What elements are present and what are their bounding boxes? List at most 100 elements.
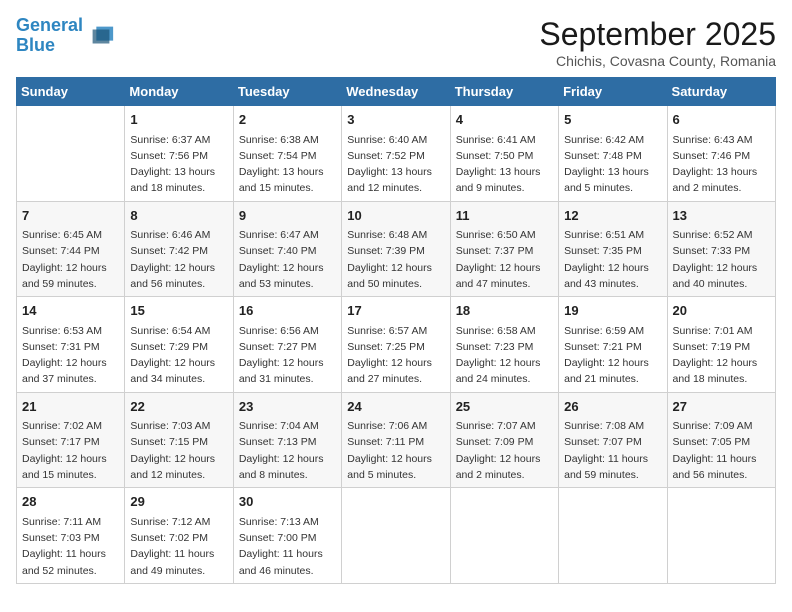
calendar-cell (17, 106, 125, 202)
day-number: 5 (564, 110, 661, 130)
calendar-cell: 23Sunrise: 7:04 AM Sunset: 7:13 PM Dayli… (233, 392, 341, 488)
day-number: 9 (239, 206, 336, 226)
day-number: 12 (564, 206, 661, 226)
day-number: 14 (22, 301, 119, 321)
day-number: 1 (130, 110, 227, 130)
calendar-cell: 1Sunrise: 6:37 AM Sunset: 7:56 PM Daylig… (125, 106, 233, 202)
calendar-cell: 12Sunrise: 6:51 AM Sunset: 7:35 PM Dayli… (559, 201, 667, 297)
month-title: September 2025 (539, 16, 776, 53)
day-info: Sunrise: 6:52 AM Sunset: 7:33 PM Dayligh… (673, 227, 770, 292)
calendar-cell: 2Sunrise: 6:38 AM Sunset: 7:54 PM Daylig… (233, 106, 341, 202)
calendar-cell: 9Sunrise: 6:47 AM Sunset: 7:40 PM Daylig… (233, 201, 341, 297)
calendar-cell: 11Sunrise: 6:50 AM Sunset: 7:37 PM Dayli… (450, 201, 558, 297)
day-number: 27 (673, 397, 770, 417)
day-info: Sunrise: 6:37 AM Sunset: 7:56 PM Dayligh… (130, 132, 227, 197)
calendar-cell: 30Sunrise: 7:13 AM Sunset: 7:00 PM Dayli… (233, 488, 341, 584)
day-number: 29 (130, 492, 227, 512)
day-info: Sunrise: 6:50 AM Sunset: 7:37 PM Dayligh… (456, 227, 553, 292)
calendar-cell (559, 488, 667, 584)
day-info: Sunrise: 6:45 AM Sunset: 7:44 PM Dayligh… (22, 227, 119, 292)
day-info: Sunrise: 6:38 AM Sunset: 7:54 PM Dayligh… (239, 132, 336, 197)
calendar-cell: 5Sunrise: 6:42 AM Sunset: 7:48 PM Daylig… (559, 106, 667, 202)
calendar-cell: 4Sunrise: 6:41 AM Sunset: 7:50 PM Daylig… (450, 106, 558, 202)
day-info: Sunrise: 6:59 AM Sunset: 7:21 PM Dayligh… (564, 323, 661, 388)
day-number: 4 (456, 110, 553, 130)
day-info: Sunrise: 6:41 AM Sunset: 7:50 PM Dayligh… (456, 132, 553, 197)
calendar-cell (667, 488, 775, 584)
day-number: 25 (456, 397, 553, 417)
day-number: 23 (239, 397, 336, 417)
calendar-cell: 8Sunrise: 6:46 AM Sunset: 7:42 PM Daylig… (125, 201, 233, 297)
calendar-week-row: 7Sunrise: 6:45 AM Sunset: 7:44 PM Daylig… (17, 201, 776, 297)
calendar-cell: 24Sunrise: 7:06 AM Sunset: 7:11 PM Dayli… (342, 392, 450, 488)
calendar-cell: 29Sunrise: 7:12 AM Sunset: 7:02 PM Dayli… (125, 488, 233, 584)
header: General Blue September 2025 Chichis, Cov… (16, 16, 776, 69)
day-number: 10 (347, 206, 444, 226)
day-info: Sunrise: 7:11 AM Sunset: 7:03 PM Dayligh… (22, 514, 119, 579)
calendar-cell (342, 488, 450, 584)
day-info: Sunrise: 7:04 AM Sunset: 7:13 PM Dayligh… (239, 418, 336, 483)
day-info: Sunrise: 6:54 AM Sunset: 7:29 PM Dayligh… (130, 323, 227, 388)
calendar-week-row: 1Sunrise: 6:37 AM Sunset: 7:56 PM Daylig… (17, 106, 776, 202)
day-info: Sunrise: 6:43 AM Sunset: 7:46 PM Dayligh… (673, 132, 770, 197)
day-number: 30 (239, 492, 336, 512)
calendar-cell: 25Sunrise: 7:07 AM Sunset: 7:09 PM Dayli… (450, 392, 558, 488)
calendar-table: SundayMondayTuesdayWednesdayThursdayFrid… (16, 77, 776, 584)
weekday-header-friday: Friday (559, 78, 667, 106)
day-info: Sunrise: 7:07 AM Sunset: 7:09 PM Dayligh… (456, 418, 553, 483)
day-info: Sunrise: 6:47 AM Sunset: 7:40 PM Dayligh… (239, 227, 336, 292)
logo: General Blue (16, 16, 115, 56)
calendar-cell: 18Sunrise: 6:58 AM Sunset: 7:23 PM Dayli… (450, 297, 558, 393)
day-info: Sunrise: 7:12 AM Sunset: 7:02 PM Dayligh… (130, 514, 227, 579)
day-number: 17 (347, 301, 444, 321)
title-area: September 2025 Chichis, Covasna County, … (539, 16, 776, 69)
day-number: 7 (22, 206, 119, 226)
day-number: 6 (673, 110, 770, 130)
day-info: Sunrise: 7:03 AM Sunset: 7:15 PM Dayligh… (130, 418, 227, 483)
day-info: Sunrise: 7:09 AM Sunset: 7:05 PM Dayligh… (673, 418, 770, 483)
calendar-cell: 17Sunrise: 6:57 AM Sunset: 7:25 PM Dayli… (342, 297, 450, 393)
calendar-cell: 26Sunrise: 7:08 AM Sunset: 7:07 PM Dayli… (559, 392, 667, 488)
day-number: 24 (347, 397, 444, 417)
day-number: 3 (347, 110, 444, 130)
calendar-cell: 21Sunrise: 7:02 AM Sunset: 7:17 PM Dayli… (17, 392, 125, 488)
day-number: 20 (673, 301, 770, 321)
day-info: Sunrise: 7:01 AM Sunset: 7:19 PM Dayligh… (673, 323, 770, 388)
day-number: 15 (130, 301, 227, 321)
logo-icon (87, 22, 115, 50)
calendar-cell (450, 488, 558, 584)
calendar-cell: 28Sunrise: 7:11 AM Sunset: 7:03 PM Dayli… (17, 488, 125, 584)
calendar-cell: 20Sunrise: 7:01 AM Sunset: 7:19 PM Dayli… (667, 297, 775, 393)
day-info: Sunrise: 6:53 AM Sunset: 7:31 PM Dayligh… (22, 323, 119, 388)
day-info: Sunrise: 6:46 AM Sunset: 7:42 PM Dayligh… (130, 227, 227, 292)
day-number: 19 (564, 301, 661, 321)
calendar-cell: 22Sunrise: 7:03 AM Sunset: 7:15 PM Dayli… (125, 392, 233, 488)
day-info: Sunrise: 7:08 AM Sunset: 7:07 PM Dayligh… (564, 418, 661, 483)
day-number: 26 (564, 397, 661, 417)
location-title: Chichis, Covasna County, Romania (539, 53, 776, 69)
day-number: 8 (130, 206, 227, 226)
calendar-cell: 6Sunrise: 6:43 AM Sunset: 7:46 PM Daylig… (667, 106, 775, 202)
day-number: 11 (456, 206, 553, 226)
day-info: Sunrise: 6:42 AM Sunset: 7:48 PM Dayligh… (564, 132, 661, 197)
day-number: 13 (673, 206, 770, 226)
calendar-cell: 27Sunrise: 7:09 AM Sunset: 7:05 PM Dayli… (667, 392, 775, 488)
day-info: Sunrise: 6:40 AM Sunset: 7:52 PM Dayligh… (347, 132, 444, 197)
day-info: Sunrise: 6:51 AM Sunset: 7:35 PM Dayligh… (564, 227, 661, 292)
calendar-cell: 16Sunrise: 6:56 AM Sunset: 7:27 PM Dayli… (233, 297, 341, 393)
calendar-cell: 13Sunrise: 6:52 AM Sunset: 7:33 PM Dayli… (667, 201, 775, 297)
day-info: Sunrise: 7:13 AM Sunset: 7:00 PM Dayligh… (239, 514, 336, 579)
day-number: 21 (22, 397, 119, 417)
calendar-cell: 10Sunrise: 6:48 AM Sunset: 7:39 PM Dayli… (342, 201, 450, 297)
calendar-cell: 14Sunrise: 6:53 AM Sunset: 7:31 PM Dayli… (17, 297, 125, 393)
day-info: Sunrise: 7:06 AM Sunset: 7:11 PM Dayligh… (347, 418, 444, 483)
logo-text: General Blue (16, 16, 83, 56)
day-info: Sunrise: 6:48 AM Sunset: 7:39 PM Dayligh… (347, 227, 444, 292)
calendar-week-row: 28Sunrise: 7:11 AM Sunset: 7:03 PM Dayli… (17, 488, 776, 584)
calendar-week-row: 14Sunrise: 6:53 AM Sunset: 7:31 PM Dayli… (17, 297, 776, 393)
day-number: 28 (22, 492, 119, 512)
calendar-cell: 3Sunrise: 6:40 AM Sunset: 7:52 PM Daylig… (342, 106, 450, 202)
weekday-header-sunday: Sunday (17, 78, 125, 106)
calendar-cell: 15Sunrise: 6:54 AM Sunset: 7:29 PM Dayli… (125, 297, 233, 393)
day-number: 18 (456, 301, 553, 321)
